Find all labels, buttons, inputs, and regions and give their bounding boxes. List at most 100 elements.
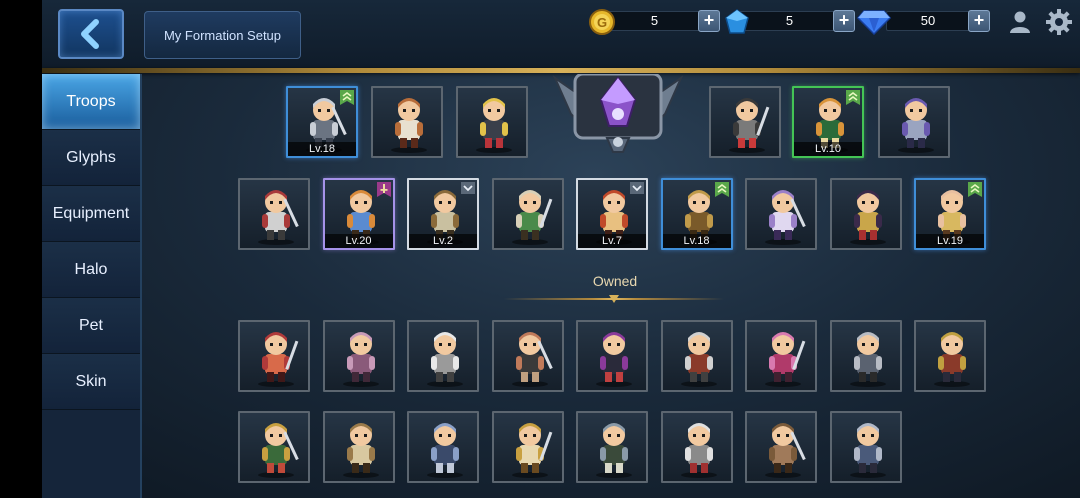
hero-portrait-icon: [511, 332, 553, 387]
hero-level-label: Lv.20: [324, 234, 393, 248]
owned-hero-14[interactable]: [576, 411, 648, 483]
hero-level-label: Lv.18: [288, 142, 356, 156]
owned-hero-5[interactable]: [576, 320, 648, 392]
formation-slot-back-5[interactable]: Lv.7: [576, 178, 648, 250]
add-crystal-button[interactable]: +: [833, 10, 855, 32]
hero-portrait-icon: [849, 332, 886, 387]
formation-slot-front-4[interactable]: [709, 86, 781, 158]
gold-currency: 5 G +: [588, 8, 720, 35]
hero-portrait-icon: [427, 423, 463, 478]
sidebar-item-equipment[interactable]: Equipment: [42, 186, 140, 242]
gold-coin-icon: G: [589, 9, 615, 35]
formation-slot-back-8[interactable]: [829, 178, 902, 250]
owned-section-title: Owned: [592, 273, 638, 289]
blue-crystal-icon: [725, 9, 749, 34]
sidebar-item-pet[interactable]: Pet: [42, 298, 140, 354]
back-button[interactable]: [58, 9, 124, 59]
gold-amount: 5: [602, 11, 707, 31]
hero-portrait-icon: [765, 332, 806, 387]
rank-up-icon: [714, 182, 729, 197]
sidebar-item-label: Halo: [74, 260, 108, 278]
hero-level-label: Lv.19: [916, 234, 984, 248]
hero-portrait-icon: [596, 423, 632, 478]
diamond-icon: [856, 10, 892, 36]
owned-hero-16[interactable]: [745, 411, 817, 483]
gear-icon[interactable]: [1045, 8, 1073, 36]
formation-setup-button[interactable]: My Formation Setup: [144, 11, 301, 59]
formation-slot-back-3[interactable]: Lv.2: [407, 178, 479, 250]
hero-portrait-icon: [680, 423, 717, 478]
owned-hero-10[interactable]: [238, 411, 310, 483]
add-gold-button[interactable]: +: [698, 10, 720, 32]
hero-portrait-icon: [476, 98, 512, 153]
owned-hero-1[interactable]: [238, 320, 310, 392]
formation-slot-front-2[interactable]: [371, 86, 443, 158]
chevron-badge-icon: [461, 182, 475, 194]
sidebar-item-label: Pet: [78, 316, 103, 334]
sidebar-item-skin[interactable]: Skin: [42, 354, 140, 410]
sidebar-item-troops[interactable]: Troops: [42, 74, 140, 130]
sidebar-item-label: Skin: [75, 372, 107, 390]
owned-hero-3[interactable]: [407, 320, 479, 392]
formation-area: Lv.18 Lv.10 Lv.20 Lv.2 Lv.7 Lv.18 Lv.19 …: [142, 74, 1080, 498]
hero-portrait-icon: [391, 98, 427, 153]
sidebar-item-glyphs[interactable]: Glyphs: [42, 130, 140, 186]
hero-portrait-icon: [729, 98, 770, 153]
hero-portrait-icon: [765, 423, 806, 478]
hero-portrait-icon: [342, 332, 379, 387]
formation-slot-back-7[interactable]: [745, 178, 817, 250]
sidebar-item-halo[interactable]: Halo: [42, 242, 140, 298]
formation-slot-back-2[interactable]: Lv.20: [322, 178, 395, 250]
divider-ornament-icon: [609, 295, 619, 303]
hero-portrait-icon: [849, 423, 886, 478]
hero-portrait-icon: [934, 332, 970, 387]
owned-hero-8[interactable]: [829, 320, 902, 392]
hero-portrait-icon: [511, 423, 552, 478]
game-screen: My Formation Setup 5 G + 5 + 50 + Troops…: [0, 0, 1080, 498]
hero-portrait-icon: [765, 190, 806, 245]
hero-level-label: Lv.10: [794, 142, 862, 156]
crystal-currency: 5 +: [723, 8, 855, 34]
formation-slot-front-6[interactable]: [878, 86, 950, 158]
hero-level-label: Lv.7: [578, 234, 646, 248]
owned-hero-12[interactable]: [407, 411, 479, 483]
owned-hero-15[interactable]: [660, 411, 733, 483]
hero-portrait-icon: [342, 423, 379, 478]
hero-portrait-icon: [898, 98, 934, 153]
owned-hero-9[interactable]: [914, 320, 986, 392]
diamond-currency: 50 +: [856, 8, 992, 36]
hero-portrait-icon: [511, 190, 552, 245]
chevron-left-icon: [81, 19, 99, 49]
formation-slot-back-1[interactable]: [238, 178, 310, 250]
screen-edge-bar: [0, 0, 42, 498]
owned-hero-7[interactable]: [745, 320, 817, 392]
owned-hero-11[interactable]: [322, 411, 395, 483]
hero-portrait-icon: [258, 423, 299, 478]
rank-up-icon: [340, 90, 354, 105]
hero-portrait-icon: [596, 332, 632, 387]
owned-hero-6[interactable]: [660, 320, 733, 392]
owned-hero-2[interactable]: [322, 320, 395, 392]
formation-crest-emblem: [552, 74, 684, 153]
add-diamond-button[interactable]: +: [968, 10, 990, 32]
sidebar-item-label: Troops: [66, 92, 116, 110]
rank-up-icon: [968, 182, 982, 197]
formation-setup-label: My Formation Setup: [163, 27, 282, 43]
formation-slot-back-6[interactable]: Lv.18: [660, 178, 733, 250]
category-sidebar: Troops Glyphs Equipment Halo Pet Skin: [42, 74, 142, 498]
owned-hero-13[interactable]: [491, 411, 564, 483]
hero-level-label: Lv.2: [409, 234, 477, 248]
formation-slot-front-5[interactable]: Lv.10: [792, 86, 864, 158]
formation-slot-back-4[interactable]: [491, 178, 564, 250]
diamond-amount: 50: [886, 11, 970, 31]
formation-slot-back-9[interactable]: Lv.19: [914, 178, 986, 250]
formation-slot-front-1[interactable]: Lv.18: [286, 86, 358, 158]
owned-hero-4[interactable]: [491, 320, 564, 392]
rank-up-icon: [846, 90, 860, 105]
formation-slot-front-3[interactable]: [456, 86, 528, 158]
crystal-amount: 5: [737, 11, 842, 31]
sword-badge-icon: [376, 182, 391, 197]
sidebar-item-label: Equipment: [52, 204, 130, 222]
profile-icon[interactable]: [1008, 10, 1032, 34]
owned-hero-17[interactable]: [829, 411, 902, 483]
